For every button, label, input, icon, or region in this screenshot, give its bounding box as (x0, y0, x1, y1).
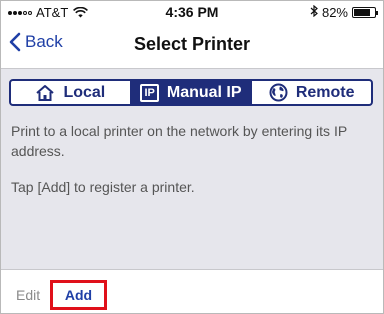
tab-manual-ip[interactable]: IP Manual IP (131, 81, 253, 104)
tab-remote[interactable]: Remote (252, 81, 371, 104)
globe-icon (269, 83, 288, 102)
status-bar: AT&T 4:36 PM 82% (1, 1, 383, 23)
ip-icon: IP (140, 83, 159, 102)
bluetooth-icon (310, 4, 318, 20)
battery-icon (352, 7, 378, 18)
bottom-toolbar: Edit Add (1, 269, 383, 313)
add-button[interactable]: Add (50, 280, 107, 310)
tab-remote-label: Remote (295, 83, 355, 101)
description-text: Print to a local printer on the network … (11, 123, 347, 159)
add-button-label: Add (64, 287, 93, 303)
home-icon (35, 84, 55, 102)
content-area: Local IP Manual IP Remote Print to a loc… (1, 68, 383, 269)
battery-percent: 82% (321, 5, 348, 20)
status-right: 82% (310, 4, 378, 20)
tab-local[interactable]: Local (11, 81, 132, 104)
battery-level (354, 9, 370, 16)
printer-source-tabs: Local IP Manual IP Remote (9, 79, 373, 106)
ip-icon-text: IP (140, 83, 159, 102)
tab-local-label: Local (63, 83, 106, 101)
hint-text: Tap [Add] to register a printer. (11, 179, 195, 195)
edit-button[interactable]: Edit (16, 287, 40, 303)
navigation-bar: Back Select Printer (1, 23, 383, 67)
app-frame: AT&T 4:36 PM 82% Back Select Printer Loc… (0, 0, 384, 314)
page-title: Select Printer (133, 34, 251, 54)
tab-manual-ip-label: Manual IP (166, 83, 242, 101)
